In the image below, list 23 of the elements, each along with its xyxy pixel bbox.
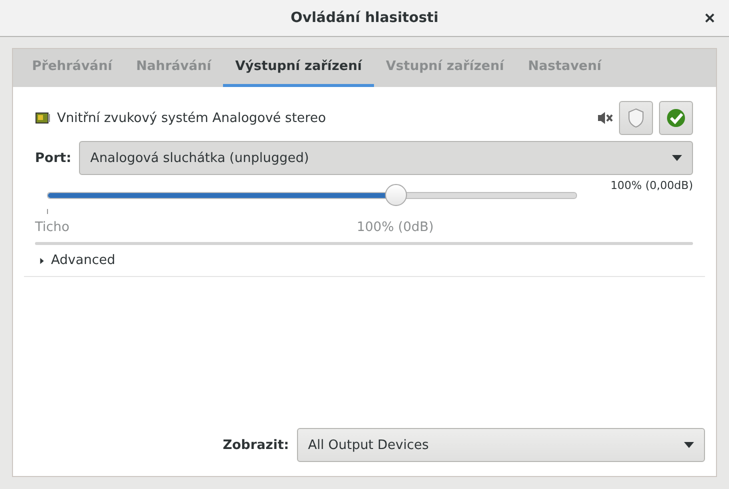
- volume-slider[interactable]: [47, 184, 577, 206]
- window-title: Ovládání hlasitosti: [290, 10, 438, 26]
- advanced-expander[interactable]: Advanced: [35, 245, 120, 268]
- tab[interactable]: Výstupní zařízení: [223, 49, 374, 87]
- silence-label: Ticho: [35, 220, 70, 235]
- volume-reading: 100% (0,00dB): [610, 179, 693, 194]
- port-label: Port:: [35, 150, 72, 166]
- slider-handle[interactable]: [385, 184, 408, 206]
- show-dropdown[interactable]: All Output Devices: [297, 428, 705, 462]
- lock-button[interactable]: [619, 101, 653, 135]
- shield-icon: [627, 108, 645, 128]
- device-name: Vnitřní zvukový systém Analogové stereo: [57, 110, 327, 126]
- default-button[interactable]: [659, 101, 693, 135]
- dropdown-arrow-icon: [672, 155, 682, 161]
- sound-card-icon: [35, 110, 51, 126]
- speaker-muted-icon[interactable]: [597, 111, 613, 125]
- close-button[interactable]: ×: [700, 8, 719, 29]
- expander-arrow-icon: [39, 256, 45, 266]
- full-volume-label: 100% (0dB): [356, 220, 434, 235]
- show-label: Zobrazit:: [222, 438, 289, 452]
- port-dropdown[interactable]: Analogová sluchátka (unplugged): [79, 141, 693, 175]
- checkmark-icon: [666, 108, 686, 128]
- dropdown-arrow-icon: [684, 442, 694, 448]
